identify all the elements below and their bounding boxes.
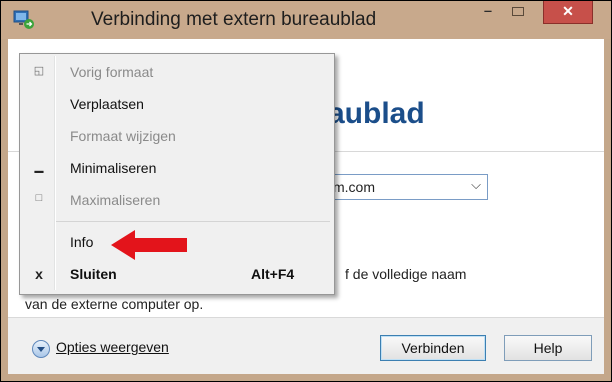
maximize-icon — [512, 7, 524, 16]
menu-item-label: Formaat wijzigen — [70, 128, 176, 144]
maximize-icon: □ — [35, 192, 43, 204]
menu-item-restore[interactable]: ◱ Vorig formaat — [20, 58, 334, 86]
menu-item-minimize[interactable]: ▁ Minimaliseren — [20, 154, 334, 182]
help-button[interactable]: Help — [504, 335, 592, 361]
menu-item-label: Info — [70, 234, 94, 250]
remote-desktop-icon[interactable] — [13, 10, 35, 30]
hint-text-line2: van de externe computer op. — [25, 296, 204, 312]
menu-item-label: Sluiten — [70, 266, 117, 282]
restore-icon: ◱ — [33, 65, 45, 77]
menu-item-close[interactable]: x Sluiten Alt+F4 — [20, 260, 334, 288]
hint-text-line1: f de volledige naam — [345, 266, 467, 282]
computer-combobox[interactable]: m.com ⌵ — [326, 174, 488, 200]
menu-item-label: Maximaliseren — [70, 192, 161, 208]
annotation-arrow-icon — [111, 230, 187, 260]
expand-options-icon[interactable] — [32, 340, 50, 358]
menu-item-label: Verplaatsen — [70, 96, 144, 112]
connect-button[interactable]: Verbinden — [380, 335, 486, 361]
show-options-link[interactable]: Opties weergeven — [56, 339, 169, 355]
menu-item-maximize[interactable]: □ Maximaliseren — [20, 186, 334, 214]
menu-item-label: Vorig formaat — [70, 64, 154, 80]
button-bar: Opties weergeven Verbinden Help — [8, 317, 604, 374]
menu-separator — [56, 221, 330, 222]
maximize-button[interactable] — [505, 1, 531, 23]
header-title: aublad — [328, 97, 425, 130]
title-bar[interactable]: Verbinding met extern bureaublad ‒ ✕ — [1, 1, 611, 39]
menu-item-resize[interactable]: Formaat wijzigen — [20, 122, 334, 150]
computer-value: m.com — [333, 179, 375, 195]
menu-item-shortcut: Alt+F4 — [251, 266, 295, 282]
close-icon: x — [35, 266, 43, 282]
menu-item-label: Minimaliseren — [70, 160, 157, 176]
close-button[interactable]: ✕ — [543, 1, 593, 24]
rdp-window: Verbinding met extern bureaublad ‒ ✕ aub… — [0, 0, 612, 382]
chevron-down-icon[interactable]: ⌵ — [471, 177, 481, 193]
minimize-icon: ▁ — [34, 161, 44, 173]
window-title: Verbinding met extern bureaublad — [91, 9, 377, 30]
minimize-button[interactable]: ‒ — [475, 1, 501, 23]
menu-item-move[interactable]: Verplaatsen — [20, 90, 334, 118]
